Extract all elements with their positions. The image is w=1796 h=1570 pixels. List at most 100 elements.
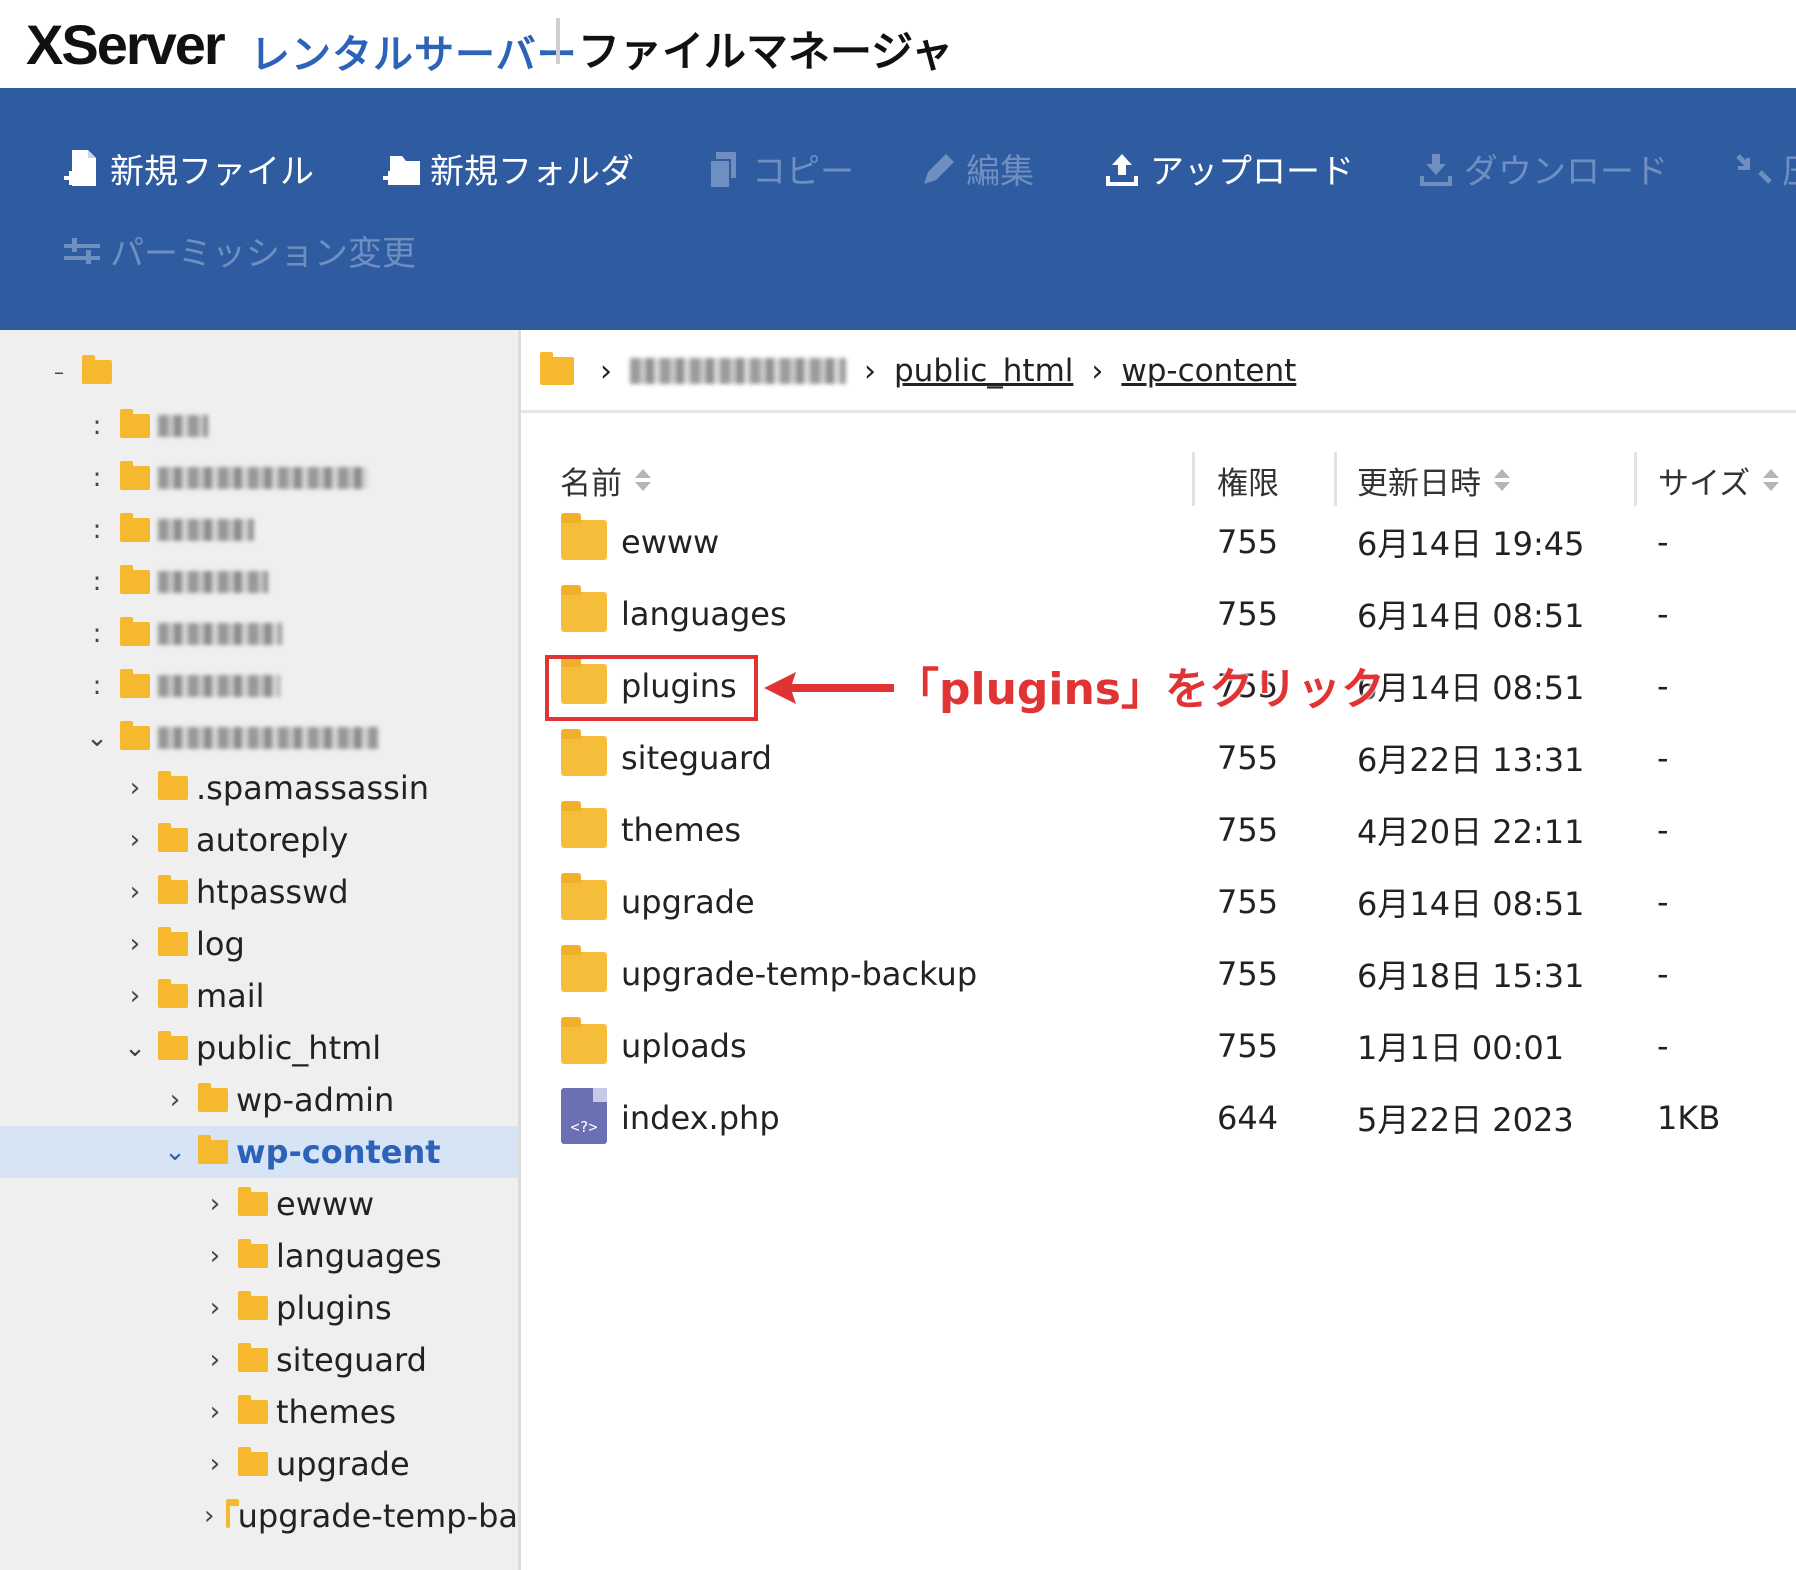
tree-item-wp-content[interactable]: ⌄ wp-content [0, 1126, 518, 1178]
column-separator[interactable] [1334, 452, 1337, 506]
folder-icon [561, 801, 607, 848]
tree-item-siteguard[interactable]: › siteguard [0, 1334, 518, 1386]
file-name: upgrade [621, 883, 755, 921]
folder-tree: – : : : : : : ⌄ › .spamassassin › autorepl… [0, 330, 518, 1570]
tree-item-label: wp-content [236, 1133, 441, 1171]
file-modified: 6月14日 19:45 [1357, 525, 1585, 563]
folder-icon [120, 513, 150, 542]
table-row[interactable]: upgrade 755 6月14日 08:51 - [521, 866, 1796, 938]
upload-button[interactable]: アップロード [1102, 144, 1354, 193]
tree-item-redacted[interactable]: : [0, 556, 518, 608]
chevron-right-icon: : [92, 671, 102, 701]
tree-item-label: themes [276, 1393, 397, 1431]
tree-item-ewww[interactable]: › ewww [0, 1178, 518, 1230]
tree-item-redacted[interactable]: : [0, 660, 518, 712]
tree-item-autoreply[interactable]: › autoreply [0, 814, 518, 866]
tree-item-themes[interactable]: › themes [0, 1386, 518, 1438]
tree-item-label: mail [196, 977, 265, 1015]
folder-icon [120, 721, 150, 750]
column-header-size[interactable]: サイズ [1658, 458, 1780, 503]
tree-item-plugins[interactable]: › plugins [0, 1282, 518, 1334]
folder-icon [561, 1017, 607, 1064]
table-row[interactable]: themes 755 4月20日 22:11 - [521, 794, 1796, 866]
chevron-right-icon: › [209, 1449, 221, 1479]
tree-item-spamassassin[interactable]: › .spamassassin [0, 762, 518, 814]
folder-icon [238, 1395, 268, 1424]
tree-item-languages[interactable]: › languages [0, 1230, 518, 1282]
tree-item-upgrade[interactable]: › upgrade [0, 1438, 518, 1490]
tree-item-redacted[interactable]: : [0, 400, 518, 452]
folder-icon [158, 979, 188, 1008]
new-file-button[interactable]: 新規ファイル [62, 144, 314, 193]
home-folder-icon[interactable] [540, 352, 574, 385]
pencil-icon [918, 148, 958, 190]
folder-icon [561, 873, 607, 920]
column-header-name[interactable]: 名前 [560, 458, 652, 503]
copy-button[interactable]: コピー [704, 144, 854, 193]
folder-icon [158, 927, 188, 956]
chevron-right-icon: : [92, 515, 102, 545]
folder-icon [158, 1031, 188, 1060]
column-header-modified[interactable]: 更新日時 [1357, 458, 1511, 503]
column-separator[interactable] [1634, 452, 1637, 506]
folder-icon [120, 461, 150, 490]
file-size: - [1657, 811, 1669, 849]
compress-button[interactable]: 圧 [1734, 144, 1796, 193]
new-folder-icon [382, 148, 422, 190]
breadcrumb-wp-content[interactable]: wp-content [1121, 353, 1296, 389]
file-modified: 6月14日 08:51 [1357, 597, 1585, 635]
compress-label: 圧 [1782, 144, 1796, 193]
folder-icon [561, 513, 607, 560]
tree-item-label: wp-admin [236, 1081, 395, 1119]
table-row[interactable]: <?> index.php 644 5月22日 2023 1KB [521, 1082, 1796, 1154]
tree-root[interactable]: – [0, 346, 518, 398]
arrow-left-icon [764, 672, 894, 704]
file-permission: 755 [1217, 811, 1279, 849]
tree-item-wp-admin[interactable]: › wp-admin [0, 1074, 518, 1126]
tree-item-redacted[interactable]: : [0, 504, 518, 556]
folder-icon [82, 355, 112, 384]
sort-icon [1493, 468, 1511, 494]
table-row[interactable]: siteguard 755 6月22日 13:31 - [521, 722, 1796, 794]
app-header: XServer レンタルサーバー ファイルマネージャ [0, 0, 1796, 88]
table-row[interactable]: uploads 755 1月1日 00:01 - [521, 1010, 1796, 1082]
file-permission: 755 [1217, 739, 1279, 777]
tree-item-htpasswd[interactable]: › htpasswd [0, 866, 518, 918]
tree-item-label: htpasswd [196, 873, 349, 911]
tree-item-label: ewww [276, 1185, 375, 1223]
folder-icon [120, 669, 150, 698]
edit-button[interactable]: 編集 [918, 144, 1034, 193]
tree-item-mail[interactable]: › mail [0, 970, 518, 1022]
php-file-icon: <?> [561, 1088, 607, 1144]
chevron-right-icon: › [169, 1085, 181, 1115]
tree-item-label: autoreply [196, 821, 349, 859]
breadcrumb-public-html[interactable]: public_html [894, 353, 1073, 389]
tree-item-public-html[interactable]: ⌄ public_html [0, 1022, 518, 1074]
tree-item-redacted[interactable]: : [0, 608, 518, 660]
column-separator[interactable] [1192, 452, 1195, 506]
copy-label: コピー [752, 152, 854, 192]
redacted-label [158, 623, 282, 645]
download-button[interactable]: ダウンロード [1416, 144, 1668, 193]
tree-item-label: siteguard [276, 1341, 427, 1379]
folder-icon [561, 585, 607, 632]
table-row[interactable]: upgrade-temp-backup 755 6月18日 15:31 - [521, 938, 1796, 1010]
chevron-right-icon: › [209, 1397, 221, 1427]
copy-icon [704, 148, 744, 190]
tree-item-upgrade-temp-backup[interactable]: › upgrade-temp-ba [0, 1490, 518, 1542]
redacted-label [158, 519, 254, 541]
edit-label: 編集 [966, 152, 1034, 192]
chevron-right-icon: : [92, 567, 102, 597]
tree-item-redacted[interactable]: : [0, 452, 518, 504]
table-row[interactable]: languages 755 6月14日 08:51 - [521, 578, 1796, 650]
tree-item-log[interactable]: › log [0, 918, 518, 970]
tree-item-redacted[interactable]: ⌄ [0, 712, 518, 764]
file-permission: 755 [1217, 523, 1279, 561]
new-folder-button[interactable]: 新規フォルダ [382, 144, 634, 193]
folder-icon [238, 1187, 268, 1216]
chevron-down-icon: ⌄ [164, 1137, 186, 1167]
breadcrumb-redacted-item[interactable] [630, 358, 846, 384]
file-size: - [1657, 883, 1669, 921]
table-row[interactable]: ewww 755 6月14日 19:45 - [521, 506, 1796, 578]
permission-button[interactable]: パーミッション変更 [62, 226, 416, 275]
